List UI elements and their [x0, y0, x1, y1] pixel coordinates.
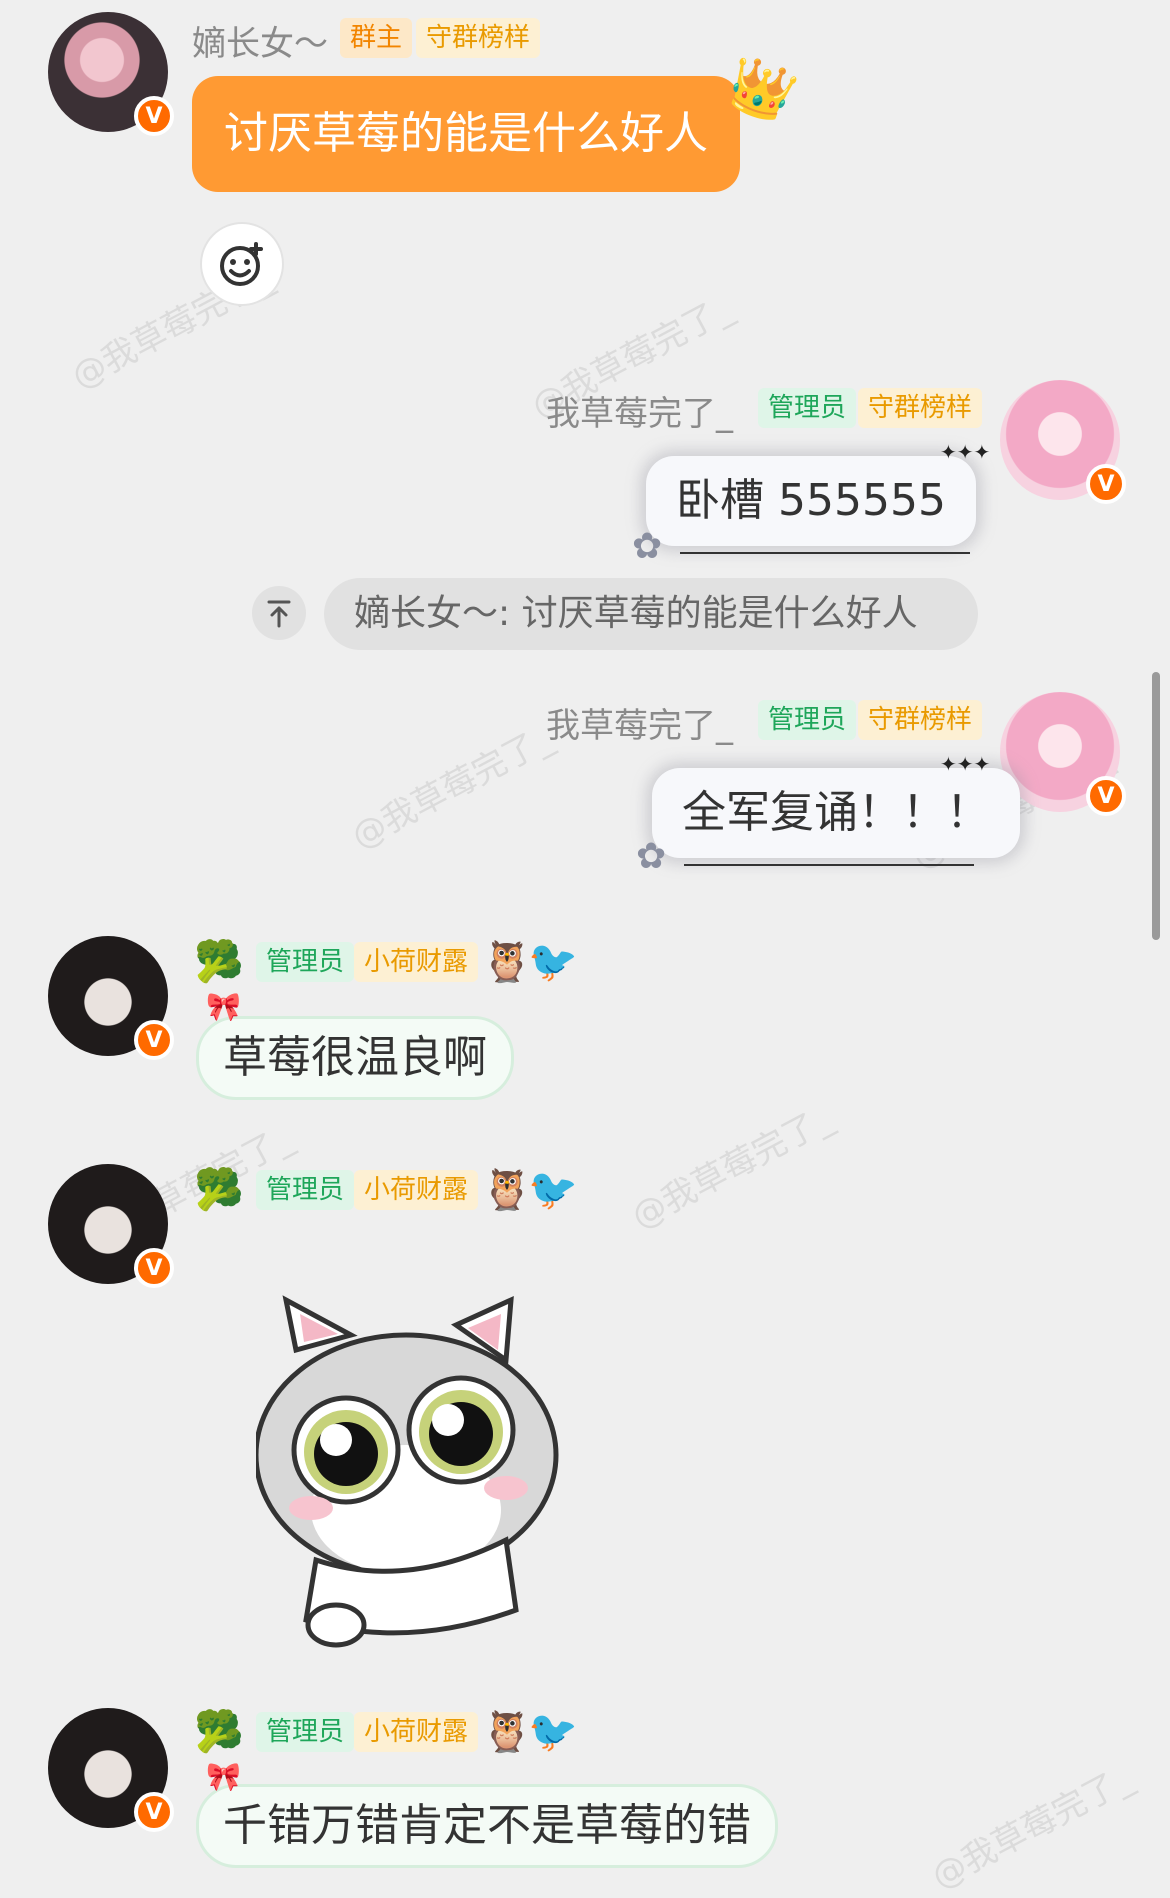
message-bubble[interactable]: 全军复诵！！！: [652, 768, 1020, 858]
owner-tag: 群主: [340, 18, 413, 58]
flower-decoration-icon: ✿: [636, 836, 667, 877]
admin-tag: 管理员: [256, 1712, 355, 1752]
honor-tag: 守群榜样: [858, 700, 983, 740]
quoted-message[interactable]: 嫡长女～: 讨厌草莓的能是什么好人: [324, 578, 978, 650]
sender-name: 我草莓完了_: [546, 394, 733, 434]
watermark: @我草莓完了_: [925, 1758, 1140, 1898]
verified-badge-icon: V: [134, 1020, 174, 1060]
flower-decoration-icon: ✿: [632, 526, 663, 567]
broccoli-icon: 🥦: [194, 1167, 244, 1213]
smiley-plus-icon: [220, 242, 263, 286]
bow-decoration-icon: 🎀: [206, 990, 241, 1023]
admin-tag: 管理员: [256, 942, 355, 982]
bird-icon: 🐦: [528, 939, 578, 985]
sparkle-icon: ✦✦✦: [940, 440, 991, 464]
crying-cat-sticker[interactable]: [256, 1280, 576, 1660]
admin-tag: 管理员: [758, 388, 857, 428]
arrow-up-icon: [267, 600, 291, 628]
avatar[interactable]: V: [1000, 380, 1126, 504]
honor-tag: 守群榜样: [416, 18, 541, 58]
message-bubble[interactable]: 千错万错肯定不是草莓的错: [196, 1784, 778, 1868]
bow-decoration-icon: 🎀: [206, 1760, 241, 1793]
verified-badge-icon: V: [134, 1792, 174, 1832]
verified-badge-icon: V: [134, 1248, 174, 1288]
owl-icon: 🦉: [482, 939, 532, 985]
sender-name: 嫡长女～: [192, 24, 328, 64]
admin-tag: 管理员: [256, 1170, 355, 1210]
admin-tag: 管理员: [758, 700, 857, 740]
bird-icon: 🐦: [528, 1709, 578, 1755]
underline-decoration: [684, 864, 974, 866]
scrollbar[interactable]: [1152, 672, 1160, 940]
avatar[interactable]: V: [48, 12, 174, 136]
sparkle-icon: ✦✦✦: [940, 752, 991, 776]
honor-tag: 小荷财露: [354, 1712, 479, 1752]
owl-icon: 🦉: [482, 1709, 532, 1755]
sender-name: 我草莓完了_: [546, 706, 733, 746]
underline-decoration: [680, 552, 970, 554]
honor-tag: 小荷财露: [354, 1170, 479, 1210]
verified-badge-icon: V: [1086, 464, 1126, 504]
broccoli-icon: 🥦: [194, 1709, 244, 1755]
watermark: @我草莓完了_: [345, 718, 560, 858]
verified-badge-icon: V: [1086, 776, 1126, 816]
message-bubble[interactable]: 卧槽 555555: [646, 456, 976, 546]
honor-tag: 小荷财露: [354, 942, 479, 982]
avatar[interactable]: V: [48, 1164, 174, 1288]
quote-arrow-button[interactable]: [252, 586, 306, 640]
add-reaction-button[interactable]: [200, 222, 284, 306]
broccoli-icon: 🥦: [194, 939, 244, 985]
bird-icon: 🐦: [528, 1167, 578, 1213]
honor-tag: 守群榜样: [858, 388, 983, 428]
avatar[interactable]: V: [48, 1708, 174, 1832]
watermark: @我草莓完了_: [625, 1098, 840, 1238]
owl-icon: 🦉: [482, 1167, 532, 1213]
message-bubble[interactable]: 讨厌草莓的能是什么好人: [192, 76, 740, 192]
verified-badge-icon: V: [134, 96, 174, 136]
avatar[interactable]: V: [48, 936, 174, 1060]
message-bubble[interactable]: 草莓很温良啊: [196, 1016, 514, 1100]
